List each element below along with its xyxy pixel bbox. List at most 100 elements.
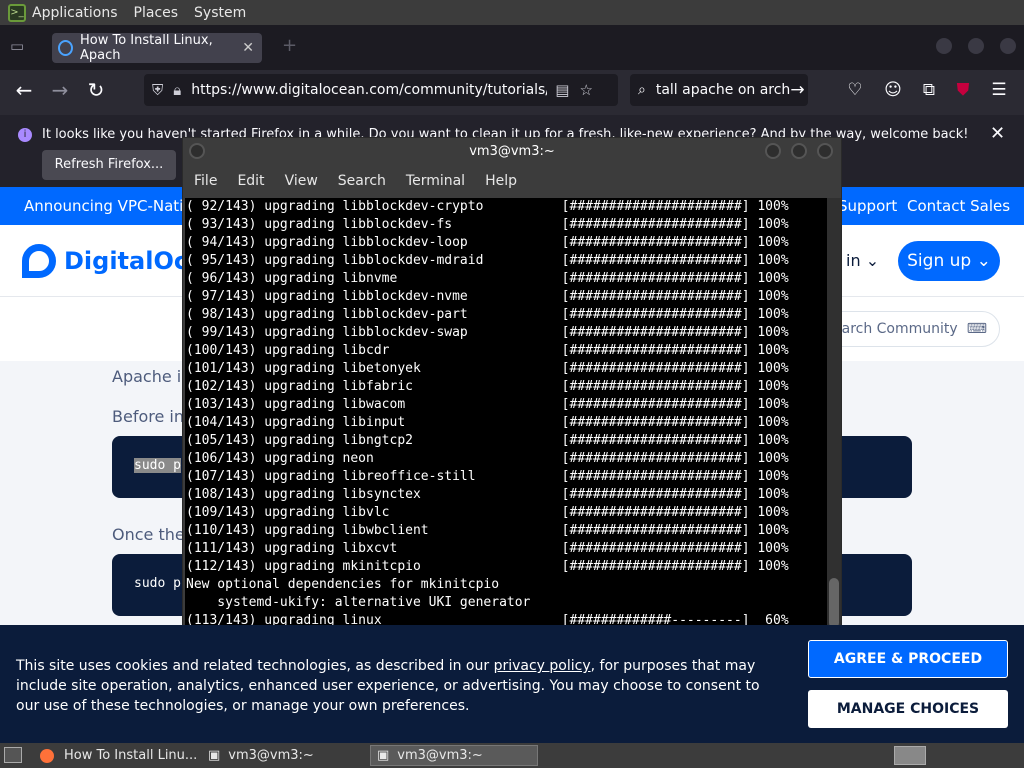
support-link[interactable]: Support — [838, 187, 897, 225]
manage-choices-button[interactable]: MANAGE CHOICES — [808, 690, 1008, 728]
tab-title: How To Install Linux, Apach — [79, 33, 213, 63]
terminal-window[interactable]: vm3@vm3:~ File Edit View Search Terminal… — [182, 137, 842, 631]
bookmark-star-icon[interactable]: ☆ — [579, 81, 592, 99]
terminal-line: (109/143) upgrading libvlc [############… — [186, 505, 789, 520]
terminal-line: (106/143) upgrading neon [##############… — [186, 451, 789, 466]
menu-terminal[interactable]: Terminal — [406, 173, 465, 189]
new-tab-icon[interactable]: + — [282, 35, 297, 56]
tab-list-icon[interactable]: ▭ — [10, 37, 24, 55]
menu-system[interactable]: System — [194, 5, 246, 21]
menu-applications[interactable]: Applications — [32, 5, 118, 21]
scrollbar-thumb[interactable] — [829, 578, 839, 628]
ublock-icon[interactable]: ⛊ — [946, 70, 980, 110]
window-close-button[interactable] — [1000, 38, 1016, 54]
terminal-line: (107/143) upgrading libreoffice-still [#… — [186, 469, 789, 484]
announcement-text[interactable]: Announcing VPC-Native — [24, 187, 201, 225]
terminal-line: ( 96/143) upgrading libnvme [###########… — [186, 271, 789, 286]
tab-active[interactable]: How To Install Linux, Apach ✕ — [52, 33, 262, 63]
terminal-close-button[interactable] — [817, 143, 833, 159]
menu-places[interactable]: Places — [134, 5, 179, 21]
bottom-panel: How To Install Linu... ▣ vm3@vm3:~ ▣ vm3… — [0, 743, 1024, 768]
terminal-line: (103/143) upgrading libwacom [##########… — [186, 397, 789, 412]
terminal-minimize-button[interactable] — [765, 143, 781, 159]
terminal-line: (102/143) upgrading libfabric [#########… — [186, 379, 789, 394]
terminal-line: ( 93/143) upgrading libblockdev-fs [####… — [186, 217, 789, 232]
paragraph-2: Before ins — [112, 407, 193, 426]
firefox-icon — [40, 748, 54, 763]
info-icon: i — [18, 128, 32, 142]
agree-proceed-button[interactable]: AGREE & PROCEED — [808, 640, 1008, 678]
window-minimize-button[interactable] — [936, 38, 952, 54]
cookie-text: This site uses cookies and related techn… — [16, 658, 760, 714]
forward-button[interactable]: → — [46, 70, 74, 110]
search-text[interactable]: tall apache on arch — [656, 82, 790, 98]
menu-view[interactable]: View — [285, 173, 318, 189]
chevron-down-icon: ⌄ — [865, 251, 880, 270]
terminal-line: ( 92/143) upgrading libblockdev-crypto [… — [186, 199, 789, 214]
terminal-line: ( 94/143) upgrading libblockdev-loop [##… — [186, 235, 789, 250]
url-bar[interactable]: ⛨ 🔒︎ https://www.digitalocean.com/commun… — [144, 74, 618, 106]
window-maximize-button[interactable] — [968, 38, 984, 54]
reader-view-icon[interactable]: ▤ — [555, 81, 569, 99]
top-panel: >_ Applications Places System — [0, 0, 1024, 25]
keyboard-icon: ⌨ — [966, 321, 987, 337]
menu-edit[interactable]: Edit — [237, 173, 264, 189]
url-text[interactable]: https://www.digitalocean.com/community/t… — [191, 82, 547, 98]
taskbar-item-terminal-2[interactable]: ▣ vm3@vm3:~ — [370, 745, 538, 766]
terminal-icon: ▣ — [377, 748, 390, 763]
close-notification-icon[interactable]: ✕ — [990, 123, 1005, 144]
terminal-line: (111/143) upgrading libxcvt [###########… — [186, 541, 789, 556]
terminal-icon: ▣ — [208, 748, 221, 763]
search-icon: ⌕ — [638, 82, 646, 98]
back-button[interactable]: ← — [10, 70, 38, 110]
menu-search[interactable]: Search — [338, 173, 386, 189]
chevron-down-icon: ⌄ — [976, 251, 991, 271]
digitalocean-logo-icon — [22, 244, 56, 278]
menu-file[interactable]: File — [194, 173, 217, 189]
globe-icon — [58, 40, 73, 56]
contact-sales-link[interactable]: Contact Sales — [907, 187, 1010, 225]
privacy-policy-link[interactable]: privacy policy — [494, 658, 591, 674]
terminal-line: (101/143) upgrading libetonyek [########… — [186, 361, 789, 376]
extensions-icon[interactable]: ⧉ — [912, 70, 946, 110]
pocket-icon[interactable]: ♡ — [838, 70, 872, 110]
sign-up-button[interactable]: Sign up ⌄ — [898, 241, 1000, 281]
close-tab-icon[interactable]: ✕ — [242, 40, 254, 56]
reload-button[interactable]: ↻ — [82, 70, 110, 110]
arrow-right-icon[interactable]: → — [790, 80, 804, 100]
taskbar-item-firefox[interactable]: How To Install Linu... — [34, 745, 200, 766]
paragraph-1: Apache is — [112, 367, 190, 386]
workspace-switcher[interactable] — [894, 746, 926, 765]
terminal-line: systemd-ukify: alternative UKI generator — [186, 595, 531, 610]
terminal-scrollbar[interactable] — [827, 198, 841, 630]
terminal-line: (105/143) upgrading libngtcp2 [#########… — [186, 433, 789, 448]
terminal-app-icon[interactable]: >_ — [8, 3, 26, 22]
paragraph-3: Once the — [112, 525, 185, 544]
cookie-banner: This site uses cookies and related techn… — [0, 625, 1024, 743]
terminal-line: (112/143) upgrading mkinitcpio [########… — [186, 559, 789, 574]
terminal-maximize-button[interactable] — [791, 143, 807, 159]
search-community-input[interactable]: earch Community ⌨ — [822, 311, 1000, 347]
refresh-firefox-button[interactable]: Refresh Firefox... — [42, 150, 176, 180]
terminal-title: vm3@vm3:~ — [469, 144, 555, 159]
terminal-line: ( 97/143) upgrading libblockdev-nvme [##… — [186, 289, 789, 304]
account-icon[interactable]: ☺ — [876, 70, 910, 110]
search-bar[interactable]: ⌕ tall apache on arch → — [630, 74, 808, 106]
taskbar-item-terminal-1[interactable]: ▣ vm3@vm3:~ — [202, 745, 368, 766]
terminal-line: (110/143) upgrading libwbclient [#######… — [186, 523, 789, 538]
terminal-line: (104/143) upgrading libinput [##########… — [186, 415, 789, 430]
show-desktop-icon[interactable] — [4, 747, 22, 763]
terminal-output[interactable]: ( 92/143) upgrading libblockdev-crypto [… — [185, 198, 827, 630]
shield-icon[interactable]: ⛨ — [152, 81, 163, 99]
terminal-menubar: File Edit View Search Terminal Help — [183, 166, 841, 196]
terminal-line: (108/143) upgrading libsynctex [########… — [186, 487, 789, 502]
terminal-line: ( 99/143) upgrading libblockdev-swap [##… — [186, 325, 789, 340]
menu-help[interactable]: Help — [485, 173, 517, 189]
terminal-line: (100/143) upgrading libcdr [############… — [186, 343, 789, 358]
login-link[interactable]: in ⌄ — [846, 251, 879, 270]
hamburger-menu-icon[interactable]: ☰ — [982, 70, 1016, 110]
lock-icon[interactable]: 🔒︎ — [173, 81, 181, 99]
site-logo[interactable]: DigitalOce — [22, 244, 204, 278]
terminal-line: New optional dependencies for mkinitcpio — [186, 577, 500, 592]
terminal-line: ( 95/143) upgrading libblockdev-mdraid [… — [186, 253, 789, 268]
